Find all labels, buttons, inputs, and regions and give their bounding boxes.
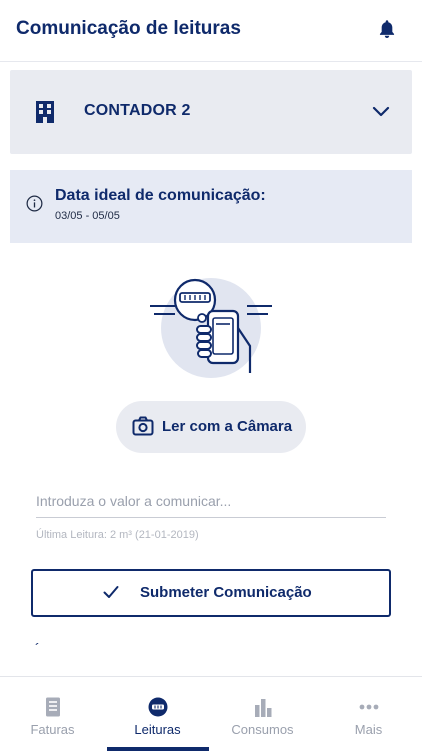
submit-button-label: Submeter Comunicação [140,584,312,601]
nav-item-faturas[interactable]: Faturas [0,677,105,751]
bell-icon[interactable] [376,18,398,40]
more-dots-icon [359,704,379,710]
submit-reading-button[interactable]: Submeter Comunicação [31,569,391,617]
last-reading-text: Última Leitura: 2 m³ (21-01-2019) [36,529,199,541]
meter-reading-illustration [150,278,272,378]
nav-label: Mais [354,722,383,737]
ideal-date-value: 03/05 - 05/05 [55,210,120,222]
meter-icon [148,697,168,717]
nav-label: Consumos [231,722,294,737]
camera-icon [132,416,154,436]
page-title: Comunicação de leituras [16,18,241,39]
active-tab-indicator [107,747,209,751]
nav-label: Faturas [30,722,75,737]
ideal-date-title: Data ideal de comunicação: [55,187,266,204]
nav-label: Leituras [134,722,181,737]
app-header: Comunicação de leituras [0,0,422,62]
info-icon [26,195,43,212]
nav-item-mais[interactable]: Mais [316,677,421,751]
building-icon [36,101,54,123]
meter-selector[interactable]: CONTADOR 2 [10,70,412,154]
nav-item-leituras[interactable]: Leituras [105,677,210,751]
stray-accent-mark: ´ [35,640,40,656]
reading-value-input[interactable] [36,484,386,518]
read-with-camera-button[interactable]: Ler com a Câmara [116,401,306,453]
camera-button-label: Ler com a Câmara [162,418,293,435]
ideal-date-banner: Data ideal de comunicação: 03/05 - 05/05 [10,170,412,243]
nav-item-consumos[interactable]: Consumos [210,677,315,751]
invoice-icon [46,697,60,717]
bar-chart-icon [255,699,272,717]
meter-label: CONTADOR 2 [84,102,191,119]
chevron-down-icon[interactable] [372,105,390,119]
bottom-navigation: Faturas Leituras Consumos Mais [0,676,422,751]
check-icon [103,586,119,598]
